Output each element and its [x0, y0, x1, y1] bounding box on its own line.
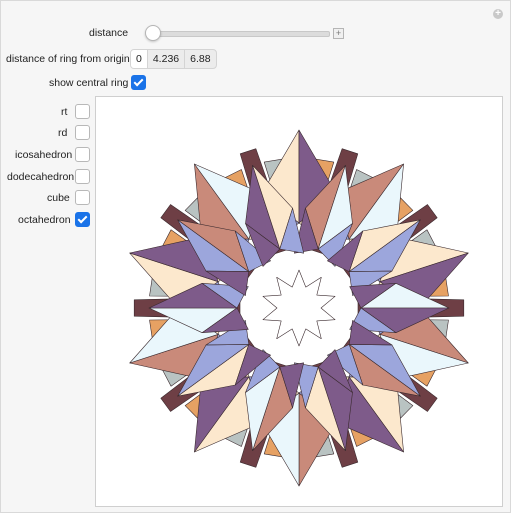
rt-label: rt — [61, 106, 68, 118]
slider-options-button[interactable]: + — [333, 28, 344, 39]
octahedron-label: octahedron — [18, 214, 71, 226]
ring-distance-selector: 0 4.236 6.88 — [130, 49, 217, 69]
central-ring-opening — [262, 269, 336, 347]
dodecahedron-label: dodecahedron — [7, 171, 75, 183]
show-ring-checkbox[interactable] — [131, 75, 146, 90]
ring-distance-option-0[interactable]: 0 — [131, 50, 147, 68]
distance-label: distance — [89, 27, 129, 39]
rt-checkbox[interactable] — [75, 104, 90, 119]
expand-plus-icon[interactable]: + — [493, 9, 503, 19]
distance-slider-track[interactable] — [151, 31, 330, 37]
octahedra-ring-figure — [129, 129, 469, 487]
ring-distance-option-4-236[interactable]: 4.236 — [146, 50, 184, 68]
show-ring-label: show central ring — [49, 77, 129, 89]
ring-distance-option-6-88[interactable]: 6.88 — [184, 50, 215, 68]
dodecahedron-checkbox[interactable] — [75, 169, 90, 184]
cube-checkbox[interactable] — [75, 190, 90, 205]
rd-label: rd — [58, 127, 68, 139]
icosahedron-checkbox[interactable] — [75, 147, 90, 162]
rd-checkbox[interactable] — [75, 125, 90, 140]
ring-distance-label: distance of ring from origin — [6, 53, 130, 65]
icosahedron-label: icosahedron — [15, 149, 73, 161]
octahedron-checkbox[interactable] — [75, 212, 90, 227]
distance-slider-thumb[interactable] — [145, 25, 161, 41]
cube-label: cube — [47, 192, 70, 204]
polyhedra-graphic[interactable] — [95, 96, 503, 507]
